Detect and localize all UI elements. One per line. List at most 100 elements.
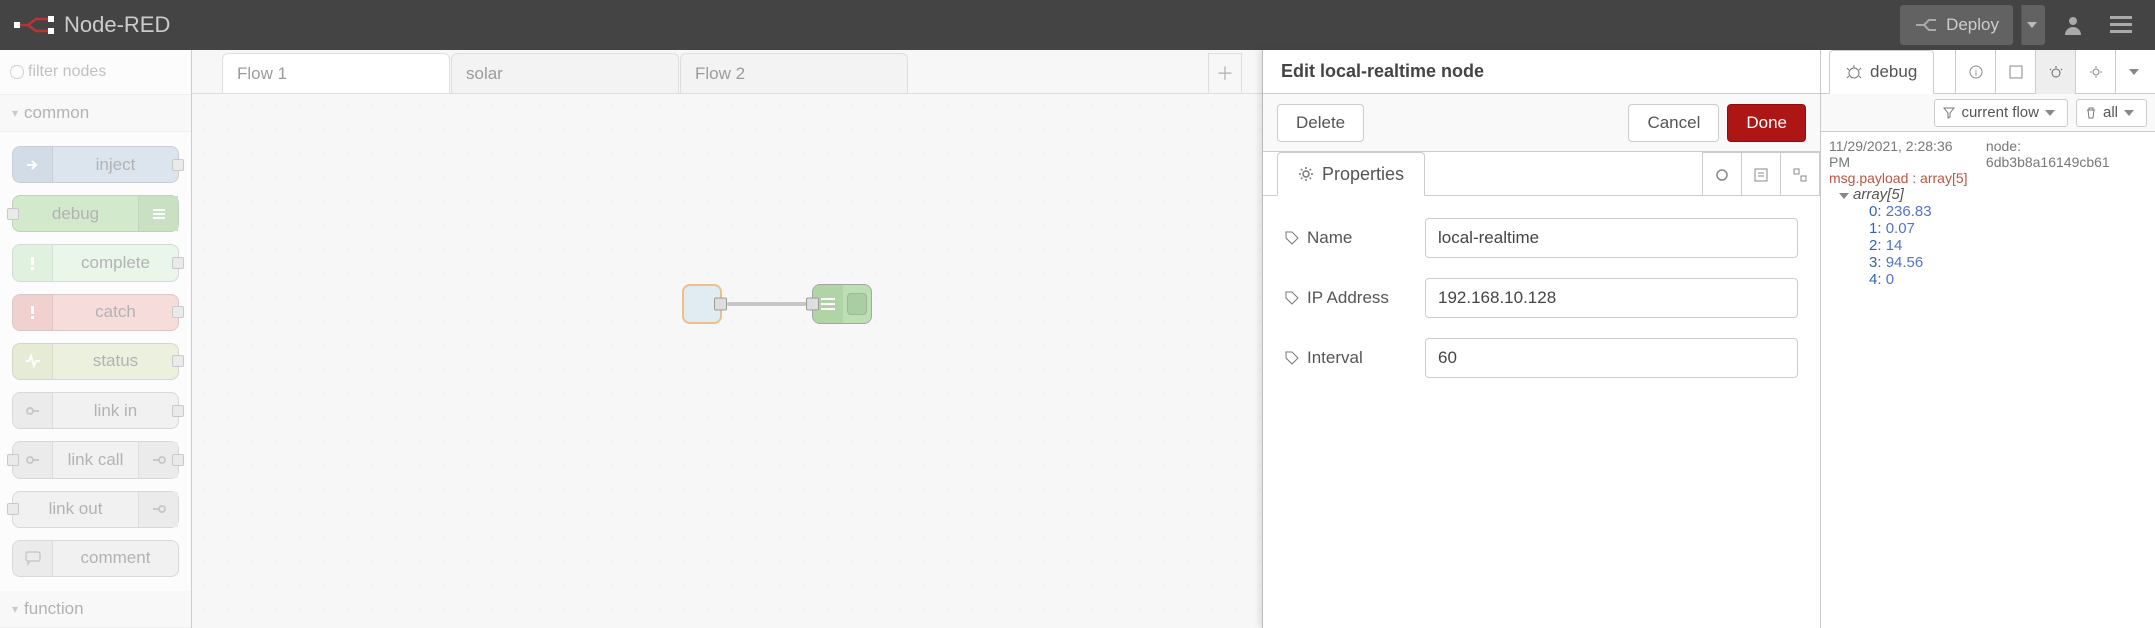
palette-node-label: complete — [53, 253, 178, 273]
filter-nodes-input[interactable] — [10, 58, 181, 86]
input-port — [7, 503, 19, 515]
output-port — [172, 257, 184, 269]
comment-icon — [13, 541, 53, 576]
deploy-button[interactable]: Deploy — [1900, 5, 2013, 45]
arrow-in-icon — [13, 147, 53, 182]
gear-icon — [1298, 166, 1314, 182]
pulse-icon — [13, 344, 53, 379]
canvas-wire — [727, 302, 807, 306]
app-header: Node-RED Deploy — [0, 0, 2155, 50]
name-label: Name — [1285, 228, 1411, 248]
trash-icon — [2085, 107, 2097, 119]
deploy-label: Deploy — [1946, 15, 1999, 35]
input-port — [7, 208, 19, 220]
name-input[interactable] — [1425, 218, 1798, 258]
list-icon — [138, 196, 178, 231]
deploy-menu-toggle[interactable] — [2021, 5, 2045, 45]
tag-icon — [1285, 231, 1299, 245]
palette-node-label: status — [53, 351, 178, 371]
menu-icon[interactable] — [2101, 5, 2141, 45]
palette-node-link-call[interactable]: link call — [12, 441, 179, 478]
palette-category-common[interactable]: ▾ common — [0, 95, 191, 132]
properties-tab[interactable]: Properties — [1277, 152, 1425, 196]
debug-array-item[interactable]: 4: 0 — [1839, 271, 2147, 288]
tab-flow-1[interactable]: Flow 1 — [222, 53, 450, 93]
debug-output[interactable]: 11/29/2021, 2:28:36 PM node: 6db3b8a1614… — [1821, 132, 2155, 628]
ip-address-input[interactable] — [1425, 278, 1798, 318]
palette-node-link-in[interactable]: link in — [12, 392, 179, 429]
category-label: function — [24, 599, 84, 619]
debug-payload-label: msg.payload : array[5] — [1829, 170, 2147, 186]
category-label: common — [24, 103, 89, 123]
palette-node-label: debug — [13, 204, 138, 224]
svg-text:i: i — [1974, 68, 1976, 79]
debug-filter-dropdown[interactable]: current flow — [1934, 99, 2068, 127]
node-description-icon[interactable] — [1741, 152, 1781, 196]
done-button[interactable]: Done — [1727, 104, 1806, 142]
link-out-icon — [138, 492, 178, 527]
output-port — [172, 355, 184, 367]
palette-node-label: link call — [53, 450, 138, 470]
tab-solar[interactable]: solar — [451, 53, 679, 93]
user-icon[interactable] — [2053, 5, 2093, 45]
output-port — [172, 454, 184, 466]
palette-nodes: inject debug complete catch status link in lin… — [0, 132, 191, 591]
sidebar-help-icon[interactable] — [1995, 50, 2035, 94]
output-port — [172, 159, 184, 171]
debug-clear-dropdown[interactable]: all — [2076, 99, 2147, 127]
output-port — [172, 405, 184, 417]
debug-array-item[interactable]: 1: 0.07 — [1839, 220, 2147, 237]
canvas-node-selected[interactable] — [682, 284, 722, 324]
tab-flow-2[interactable]: Flow 2 — [680, 53, 908, 93]
palette-node-link-out[interactable]: link out — [12, 491, 179, 528]
input-port — [7, 454, 19, 466]
debug-meta: 11/29/2021, 2:28:36 PM node: 6db3b8a1614… — [1829, 138, 2147, 170]
debug-array-item[interactable]: 2: 14 — [1839, 237, 2147, 254]
palette-node-label: link in — [53, 401, 178, 421]
palette-category-function[interactable]: ▾ function — [0, 591, 191, 628]
palette-node-complete[interactable]: complete — [12, 244, 179, 281]
palette-node-label: comment — [53, 548, 178, 568]
add-tab-button[interactable]: ＋ — [1208, 53, 1242, 93]
sidebar-tab-debug[interactable]: debug — [1829, 50, 1934, 94]
workspace: Flow 1 solar Flow 2 ＋ — [192, 50, 1262, 628]
properties-tab-label: Properties — [1322, 164, 1404, 185]
sidebar-more-icon[interactable] — [2115, 50, 2155, 94]
interval-input[interactable] — [1425, 338, 1798, 378]
palette-node-debug[interactable]: debug — [12, 195, 179, 232]
debug-array-item[interactable]: 3: 94.56 — [1839, 254, 2147, 271]
tag-icon — [1285, 291, 1299, 305]
node-appearance-icon[interactable] — [1780, 152, 1820, 196]
link-in-icon — [13, 393, 53, 428]
palette-node-inject[interactable]: inject — [12, 146, 179, 183]
sidebar-info-icon[interactable]: i — [1955, 50, 1995, 94]
exclaim-g-icon — [13, 245, 53, 280]
palette-node-label: inject — [53, 155, 178, 175]
output-port — [172, 306, 184, 318]
editor-title: Edit local-realtime node — [1263, 50, 1820, 94]
interval-label: Interval — [1285, 348, 1411, 368]
sidebar-config-icon[interactable] — [2075, 50, 2115, 94]
sidebar-panel: debug i current flow all — [1820, 50, 2155, 628]
sidebar-debug-icon[interactable] — [2035, 50, 2075, 94]
exclaim-r-icon — [13, 295, 53, 330]
palette-node-catch[interactable]: catch — [12, 294, 179, 331]
bug-icon — [1846, 64, 1862, 80]
flow-canvas[interactable] — [192, 94, 1262, 628]
node-settings-icon[interactable] — [1702, 152, 1742, 196]
ip-address-label: IP Address — [1285, 288, 1411, 308]
filter-icon — [1943, 107, 1955, 119]
canvas-node-debug[interactable] — [812, 284, 872, 324]
sidebar-tab-label: debug — [1870, 62, 1917, 82]
delete-button[interactable]: Delete — [1277, 104, 1364, 142]
deploy-icon — [1914, 17, 1938, 33]
workspace-tabs: Flow 1 solar Flow 2 ＋ — [192, 50, 1262, 94]
tag-icon — [1285, 351, 1299, 365]
chevron-down-icon: ▾ — [12, 602, 18, 616]
chevron-down-icon: ▾ — [12, 106, 18, 120]
debug-array-header[interactable]: array[5] — [1839, 186, 2147, 203]
palette-node-comment[interactable]: comment — [12, 540, 179, 577]
debug-array-item[interactable]: 0: 236.83 — [1839, 203, 2147, 220]
palette-node-status[interactable]: status — [12, 343, 179, 380]
cancel-button[interactable]: Cancel — [1628, 104, 1719, 142]
